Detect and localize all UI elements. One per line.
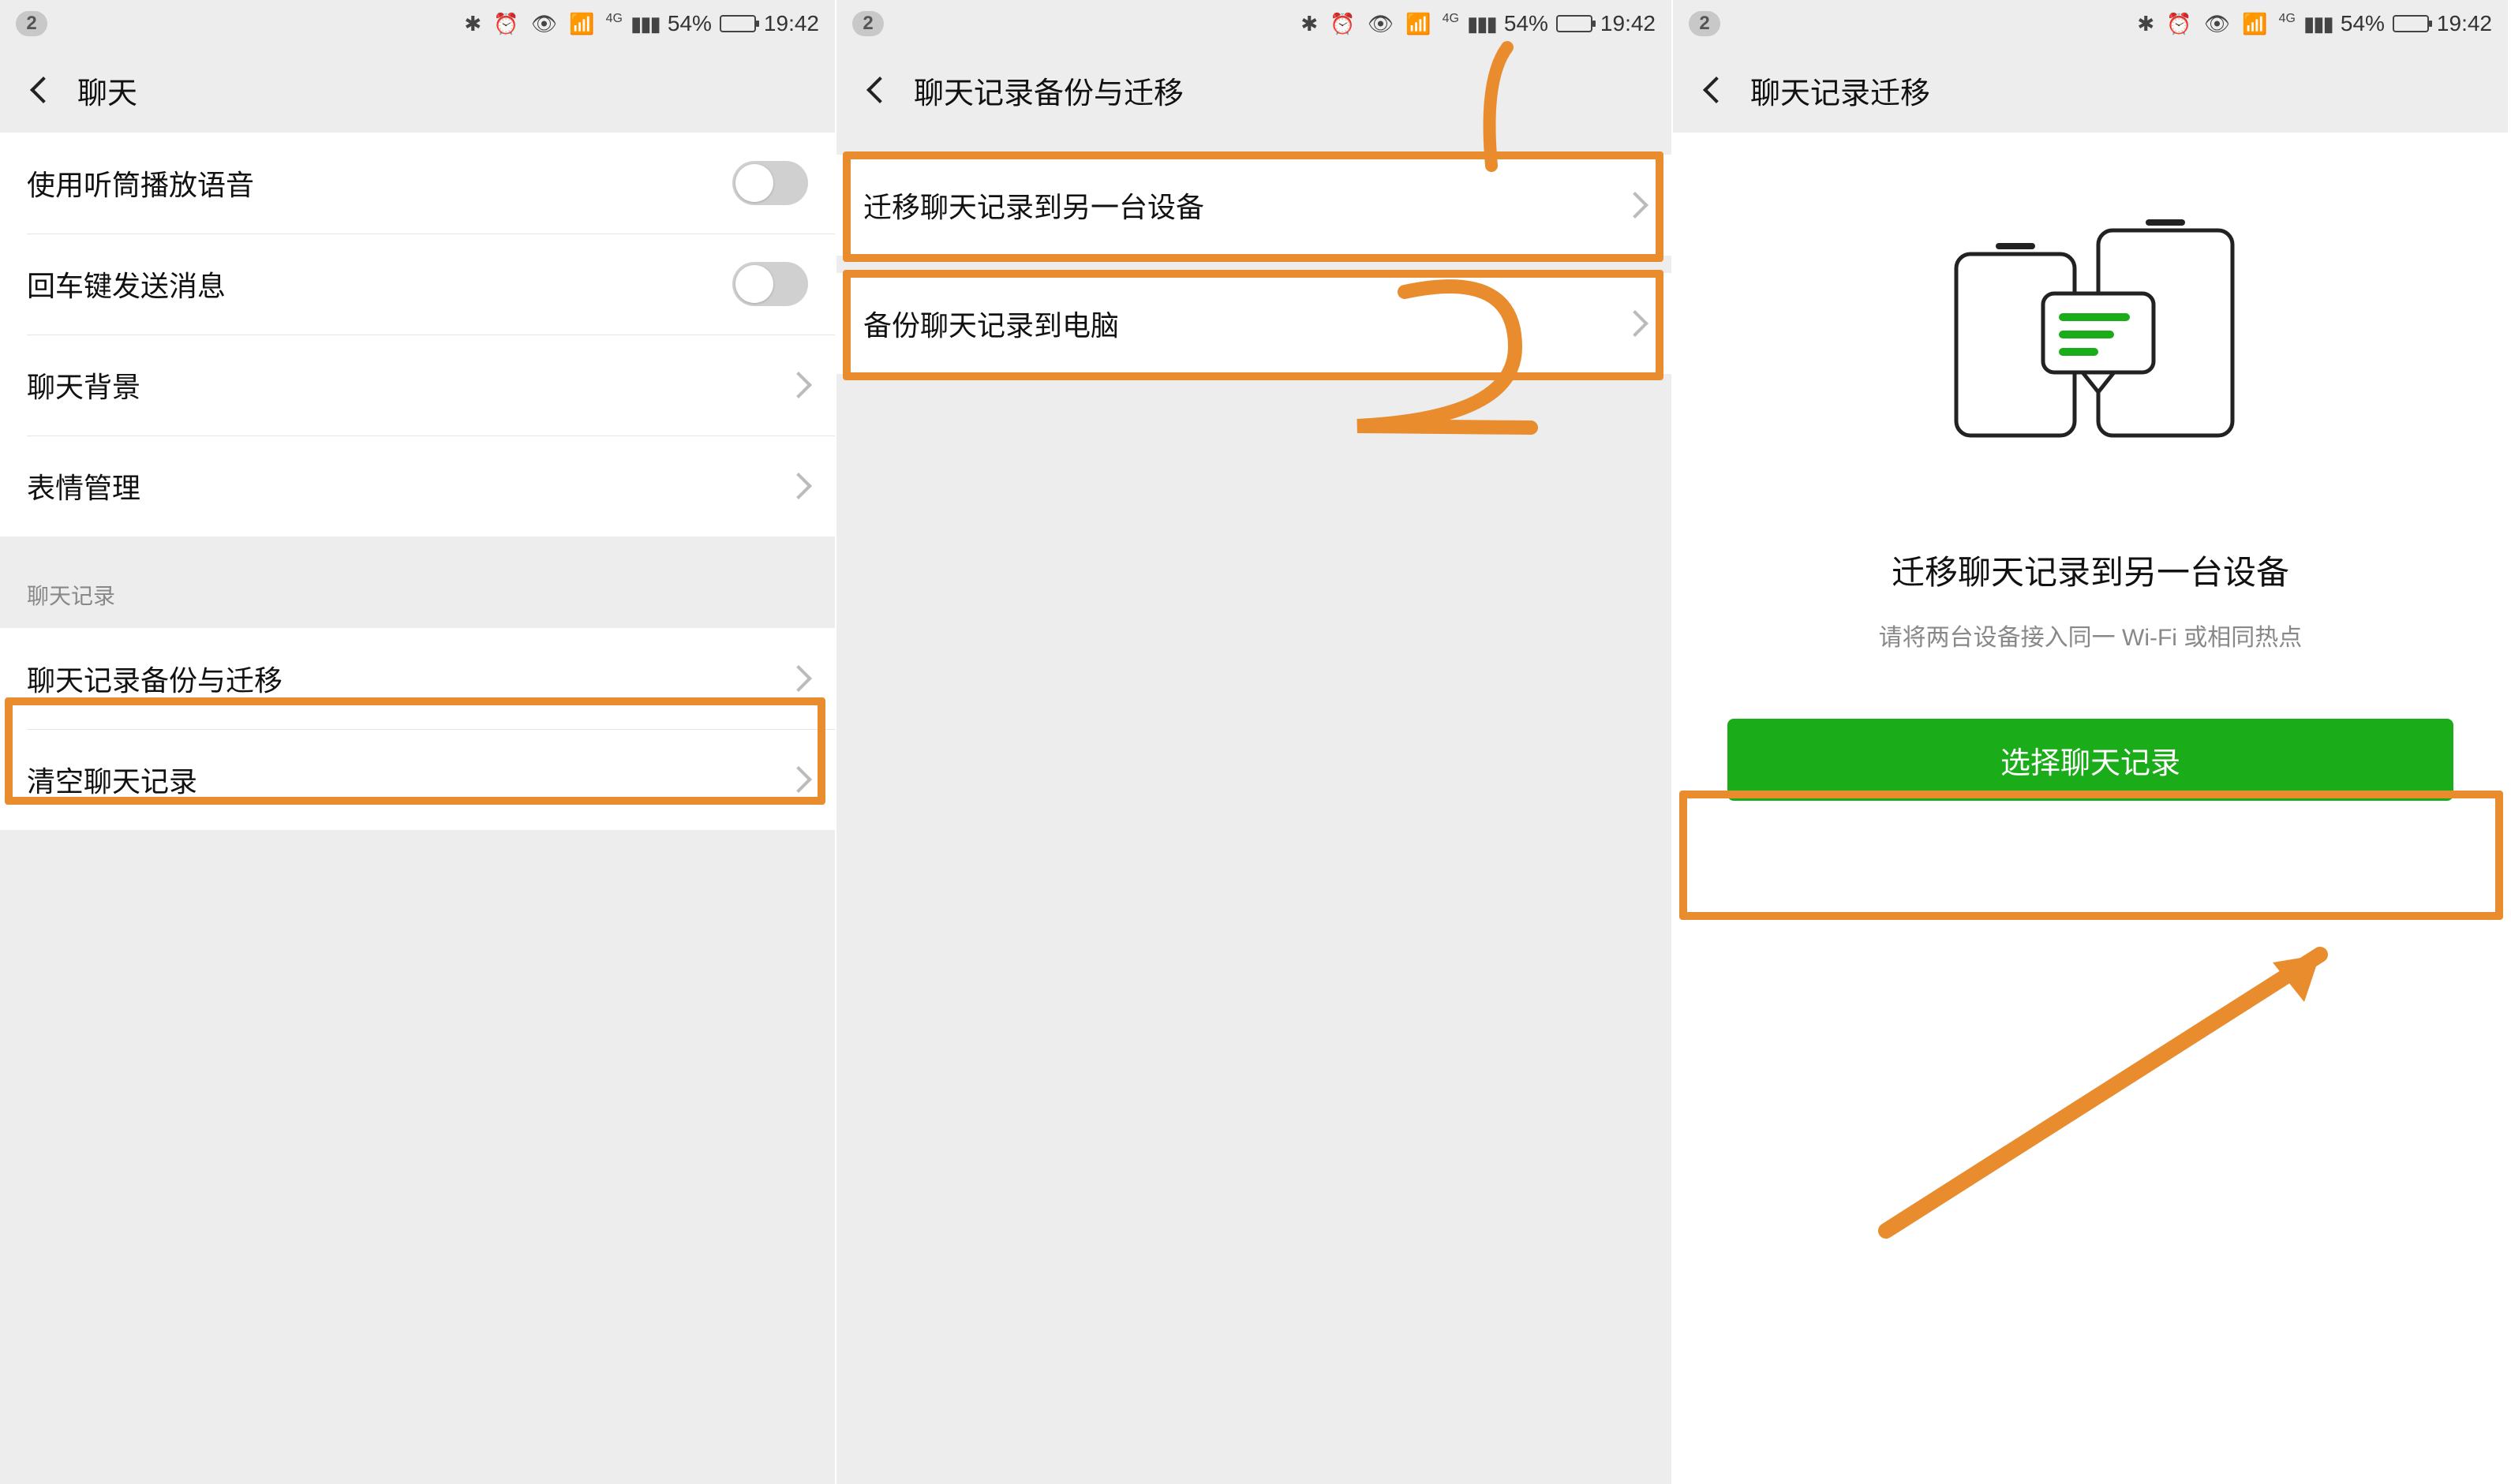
page-title: 聊天记录迁移 — [1750, 69, 1930, 112]
row-label: 迁移聊天记录到另一台设备 — [863, 185, 1626, 226]
clock: 19:42 — [2437, 11, 2492, 36]
back-button[interactable] — [24, 70, 63, 110]
chevron-right-icon — [1622, 192, 1648, 219]
status-icons: ✱ ⏰ 👁 📶 — [464, 12, 597, 36]
row-earpiece-playback[interactable]: 使用听筒播放语音 — [0, 133, 835, 234]
battery-icon — [1556, 15, 1592, 32]
row-backup-to-pc[interactable]: 备份聊天记录到电脑 — [836, 273, 1671, 374]
row-clear-history[interactable]: 清空聊天记录 — [0, 729, 835, 830]
row-enter-to-send[interactable]: 回车键发送消息 — [0, 234, 835, 335]
network-4g-icon: 4G — [1443, 12, 1459, 26]
chevron-right-icon — [785, 473, 812, 499]
battery-percent: 54% — [668, 11, 712, 36]
status-bar: 2 ✱ ⏰ 👁 📶 4G ▮▮▮ 54% 19:42 — [0, 0, 835, 47]
signal-icon: ▮▮▮ — [631, 12, 660, 36]
row-label: 清空聊天记录 — [27, 759, 789, 800]
clock: 19:42 — [1600, 11, 1656, 36]
migrate-subtext: 请将两台设备接入同一 Wi-Fi 或相同热点 — [1673, 618, 2508, 652]
signal-icon: ▮▮▮ — [1467, 12, 1496, 36]
page-title: 聊天记录备份与迁移 — [914, 69, 1184, 112]
screen-backup-migrate: 2 ✱ ⏰ 👁 📶 4G ▮▮▮ 54% 19:42 聊天记录备份与迁移 迁移聊… — [836, 0, 1673, 1484]
header: 聊天记录迁移 — [1673, 47, 2508, 133]
row-label: 聊天记录备份与迁移 — [27, 658, 789, 699]
chevron-right-icon — [785, 372, 812, 398]
battery-icon — [720, 15, 756, 32]
row-label: 使用听筒播放语音 — [27, 163, 732, 204]
header: 聊天记录备份与迁移 — [836, 47, 1671, 133]
migrate-headline: 迁移聊天记录到另一台设备 — [1673, 546, 2508, 594]
network-4g-icon: 4G — [2279, 12, 2296, 26]
chevron-right-icon — [785, 766, 812, 793]
battery-percent: 54% — [2341, 11, 2385, 36]
row-label: 聊天背景 — [27, 364, 789, 406]
row-sticker-management[interactable]: 表情管理 — [0, 435, 835, 536]
clock: 19:42 — [764, 11, 819, 36]
battery-icon — [2393, 15, 2429, 32]
migrate-illustration — [1673, 199, 2508, 451]
toggle-enter-send[interactable] — [732, 262, 808, 306]
section-header-history: 聊天记录 — [0, 536, 835, 628]
page-title: 聊天 — [77, 69, 137, 112]
select-chat-history-button[interactable]: 选择聊天记录 — [1727, 719, 2453, 801]
chevron-right-icon — [785, 665, 812, 692]
back-button[interactable] — [1697, 70, 1736, 110]
row-migrate-to-device[interactable]: 迁移聊天记录到另一台设备 — [836, 155, 1671, 256]
row-backup-migrate[interactable]: 聊天记录备份与迁移 — [0, 628, 835, 729]
chevron-left-icon — [1703, 77, 1730, 103]
row-label: 表情管理 — [27, 465, 789, 507]
screen-chat-settings: 2 ✱ ⏰ 👁 📶 4G ▮▮▮ 54% 19:42 聊天 使用听筒播放语音 回… — [0, 0, 836, 1484]
toggle-earpiece[interactable] — [732, 161, 808, 205]
row-chat-background[interactable]: 聊天背景 — [0, 335, 835, 435]
signal-icon: ▮▮▮ — [2303, 12, 2333, 36]
chevron-left-icon — [866, 77, 893, 103]
notif-count-badge: 2 — [16, 11, 47, 36]
chevron-left-icon — [30, 77, 57, 103]
status-bar: 2 ✱ ⏰ 👁 📶 4G ▮▮▮ 54% 19:42 — [1673, 0, 2508, 47]
notif-count-badge: 2 — [1689, 11, 1720, 36]
battery-percent: 54% — [1504, 11, 1548, 36]
status-icons: ✱ ⏰ 👁 📶 — [1300, 12, 1434, 36]
network-4g-icon: 4G — [606, 12, 623, 26]
row-label: 回车键发送消息 — [27, 264, 732, 305]
row-label: 备份聊天记录到电脑 — [863, 303, 1626, 344]
header: 聊天 — [0, 47, 835, 133]
chevron-right-icon — [1622, 310, 1648, 337]
screen-migrate: 2 ✱ ⏰ 👁 📶 4G ▮▮▮ 54% 19:42 聊天记录迁移 — [1673, 0, 2509, 1484]
back-button[interactable] — [860, 70, 900, 110]
status-bar: 2 ✱ ⏰ 👁 📶 4G ▮▮▮ 54% 19:42 — [836, 0, 1671, 47]
status-icons: ✱ ⏰ 👁 📶 — [2137, 12, 2270, 36]
notif-count-badge: 2 — [852, 11, 884, 36]
